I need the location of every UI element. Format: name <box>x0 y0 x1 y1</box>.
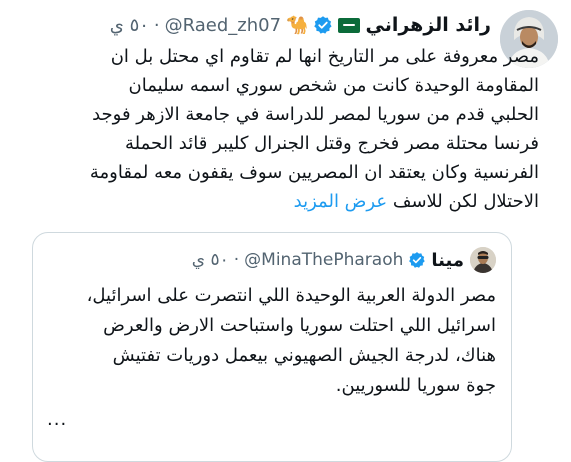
separator-dot: · <box>153 14 160 36</box>
tweet-text: مصر معروفة على مر التاريخ انها لم تقاوم … <box>19 42 539 216</box>
truncation-ellipsis: ... <box>47 409 68 430</box>
tweet-header: رائد الزهراني 🐪 @Raed_zh07 · ٥٠ ي <box>110 12 491 38</box>
tweet-text-line: الفرنسية وكان يعتقد ان المصريين سوف يقفو… <box>89 162 539 183</box>
quote-text: مصر الدولة العربية الوحيدة اللي انتصرت ع… <box>44 281 496 401</box>
quoted-tweet[interactable]: مينا @MinaThePharaoh · ٥٠ ي مصر الدولة ا… <box>32 232 512 462</box>
saudi-flag-icon <box>338 17 361 33</box>
quote-timestamp[interactable]: ٥٠ ي <box>192 250 229 270</box>
tweet-text-line: المقاومة الوحيدة كانت من شخص سوري اسمه س… <box>128 75 539 96</box>
quote-text-line: مصر الدولة العربية الوحيدة اللي انتصرت ع… <box>86 285 496 306</box>
tweet-text-fragment: الاحتلال لكن للاسف <box>392 191 539 212</box>
show-more-link[interactable]: عرض المزيد <box>294 191 387 212</box>
tweet[interactable]: رائد الزهراني 🐪 @Raed_zh07 · ٥٠ ي مصر مع… <box>0 0 571 462</box>
tweet-text-line: الحلبي قدم من سوريا لمصر للدراسة في جامع… <box>92 104 539 125</box>
quote-text-line: اسرائيل اللي احتلت سوريا واستباحت الارض … <box>103 315 496 336</box>
verified-badge-icon <box>408 251 426 269</box>
quote-text-line: هناك، لدرجة الجيش الصهيوني بيعمل دوريات … <box>112 345 496 366</box>
tweet-text-line: مصر معروفة على مر التاريخ انها لم تقاوم … <box>110 46 539 67</box>
separator-dot: · <box>233 250 240 270</box>
quote-author-avatar-image <box>470 247 496 273</box>
tweet-timestamp[interactable]: ٥٠ ي <box>110 15 149 36</box>
camel-emoji-icon: 🐪 <box>286 14 309 36</box>
quote-author-handle[interactable]: @MinaThePharaoh <box>244 250 403 270</box>
tweet-text-line: فرنسا محتلة مصر فخرج وقتل الجنرال كليبر … <box>124 133 539 154</box>
quote-text-line: جوة سوريا للسوريين. <box>335 375 496 396</box>
author-name[interactable]: رائد الزهراني <box>365 14 491 36</box>
tweet-text-last-line: الاحتلال لكن للاسف عرض المزيد <box>19 187 539 216</box>
quote-header: مينا @MinaThePharaoh · ٥٠ ي <box>192 247 464 273</box>
quote-author-name[interactable]: مينا <box>431 250 464 271</box>
author-handle[interactable]: @Raed_zh07 <box>165 15 281 36</box>
verified-badge-icon <box>313 15 333 35</box>
quote-author-avatar[interactable] <box>470 247 496 273</box>
